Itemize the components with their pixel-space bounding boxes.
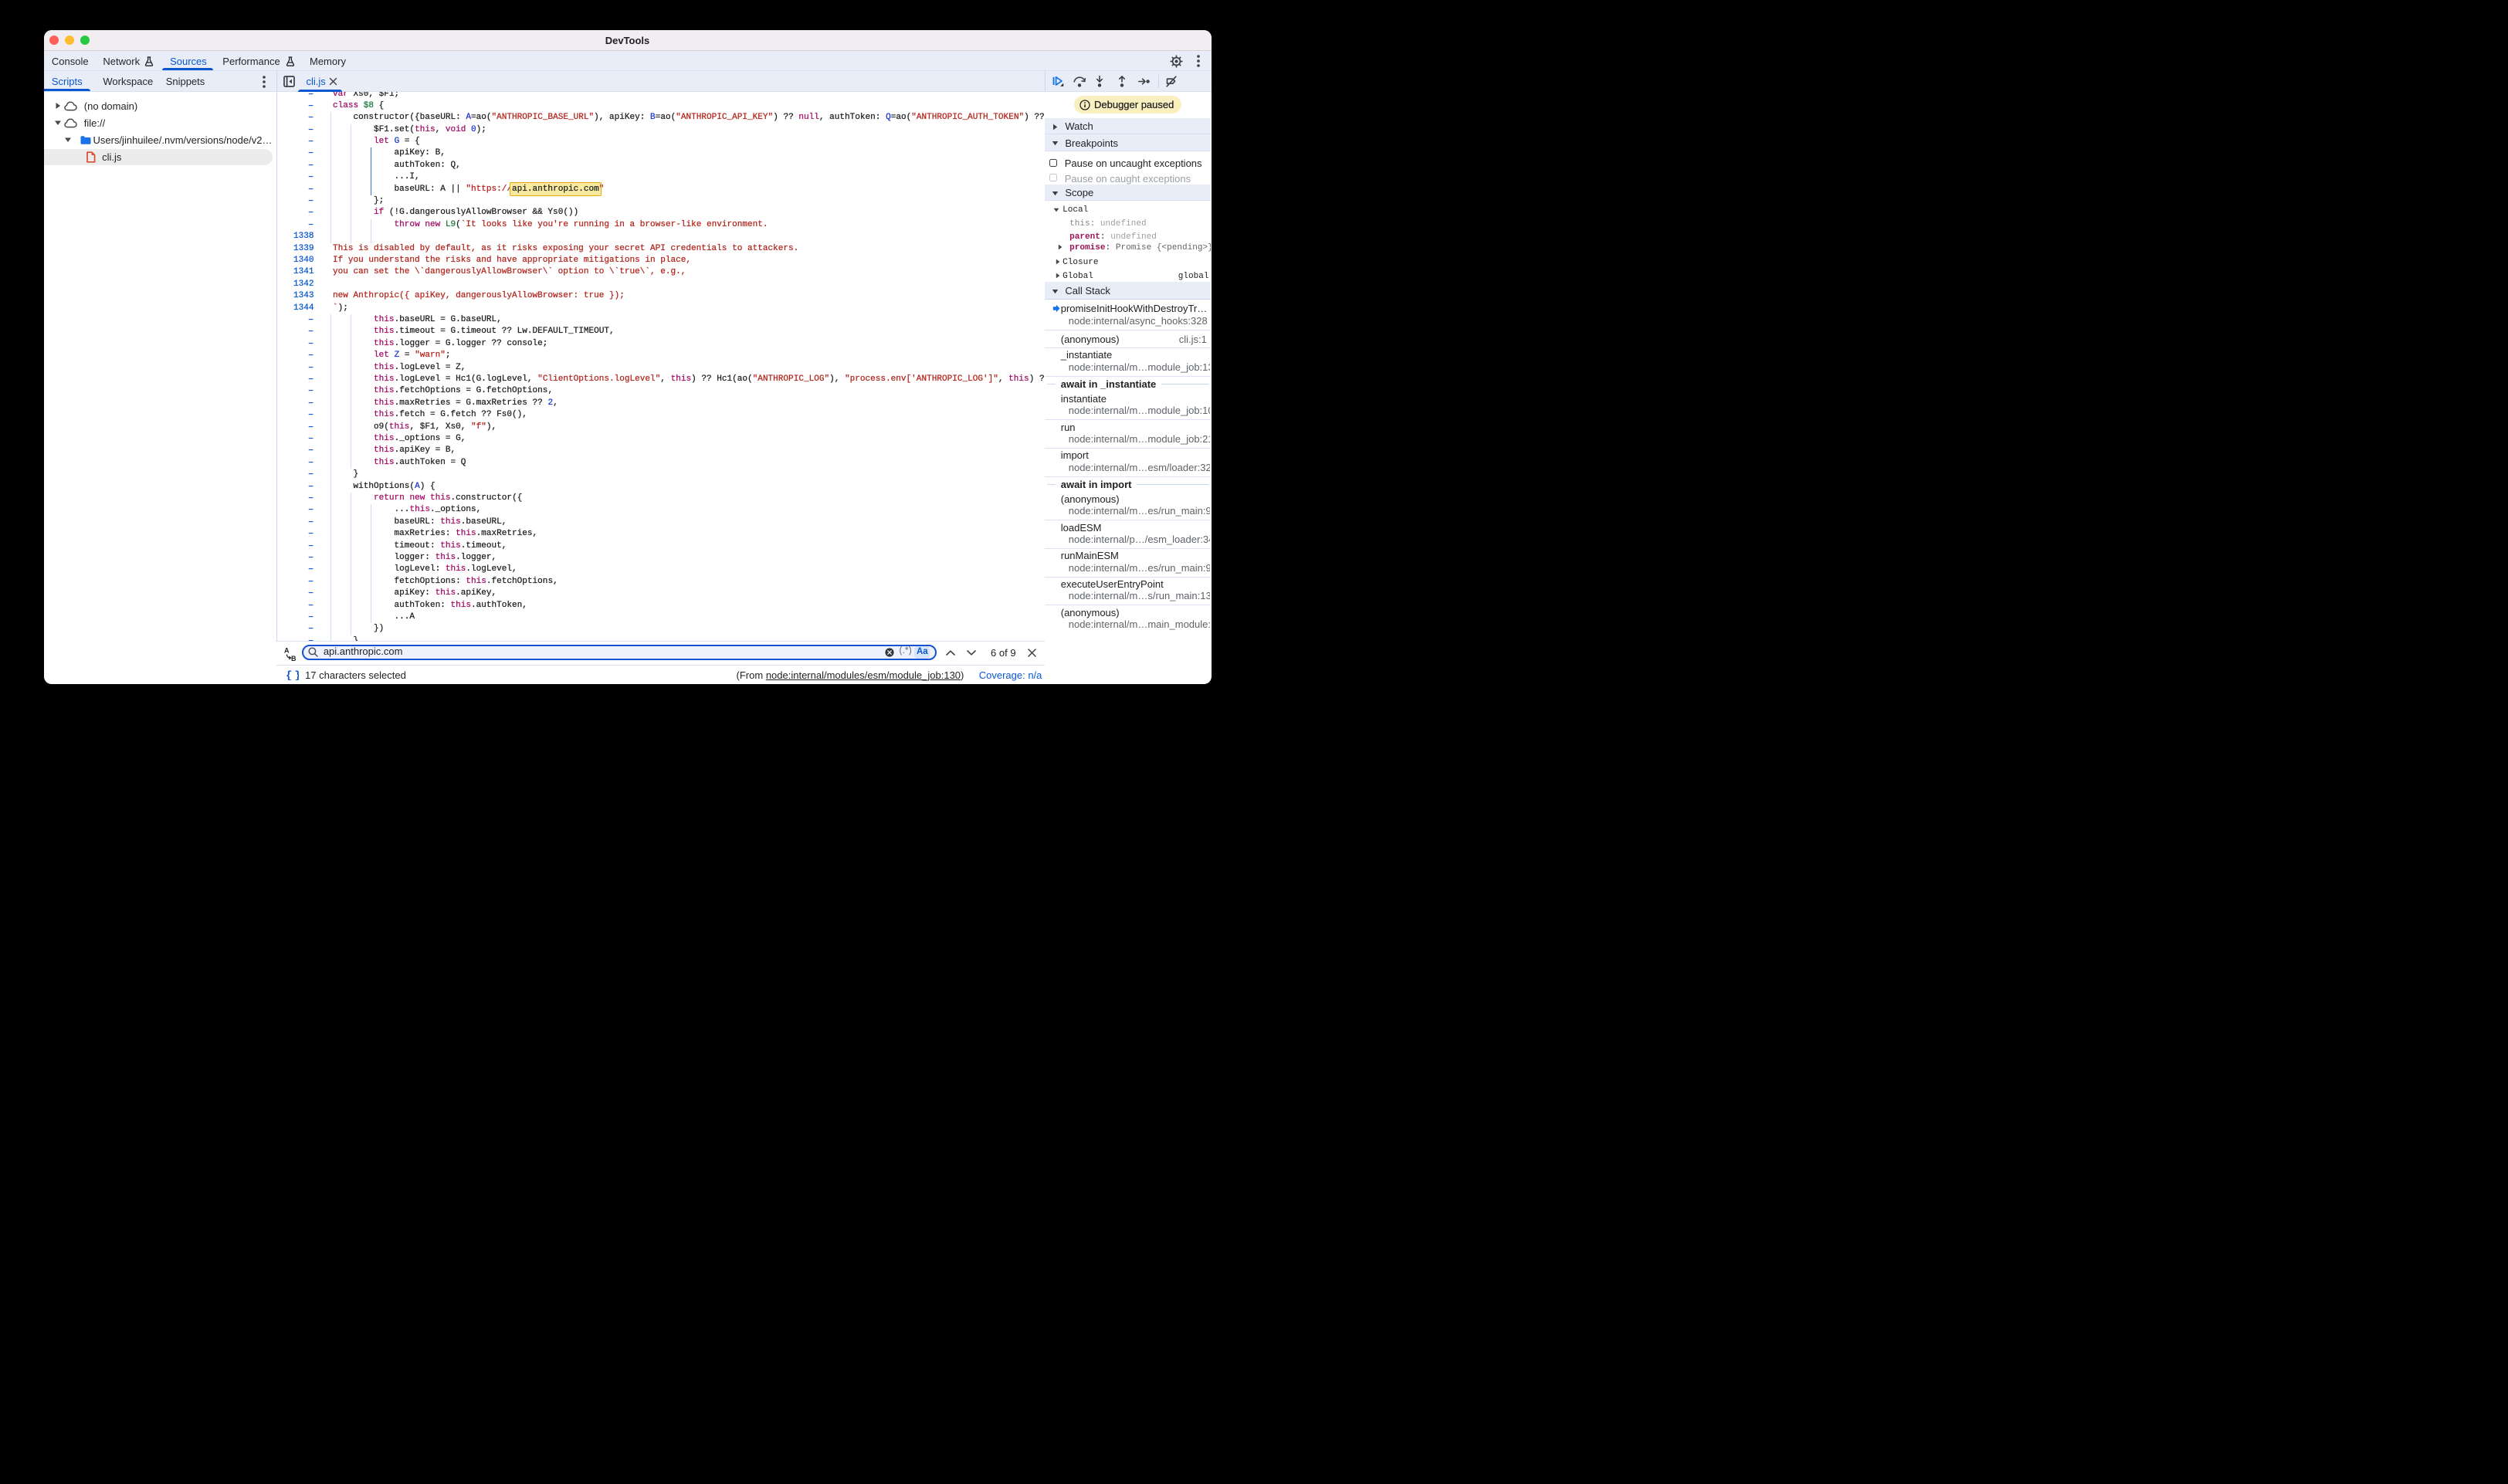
svg-text:A: A bbox=[284, 647, 290, 655]
svg-text:B: B bbox=[291, 655, 297, 662]
svg-text:{ }: { } bbox=[286, 670, 299, 681]
